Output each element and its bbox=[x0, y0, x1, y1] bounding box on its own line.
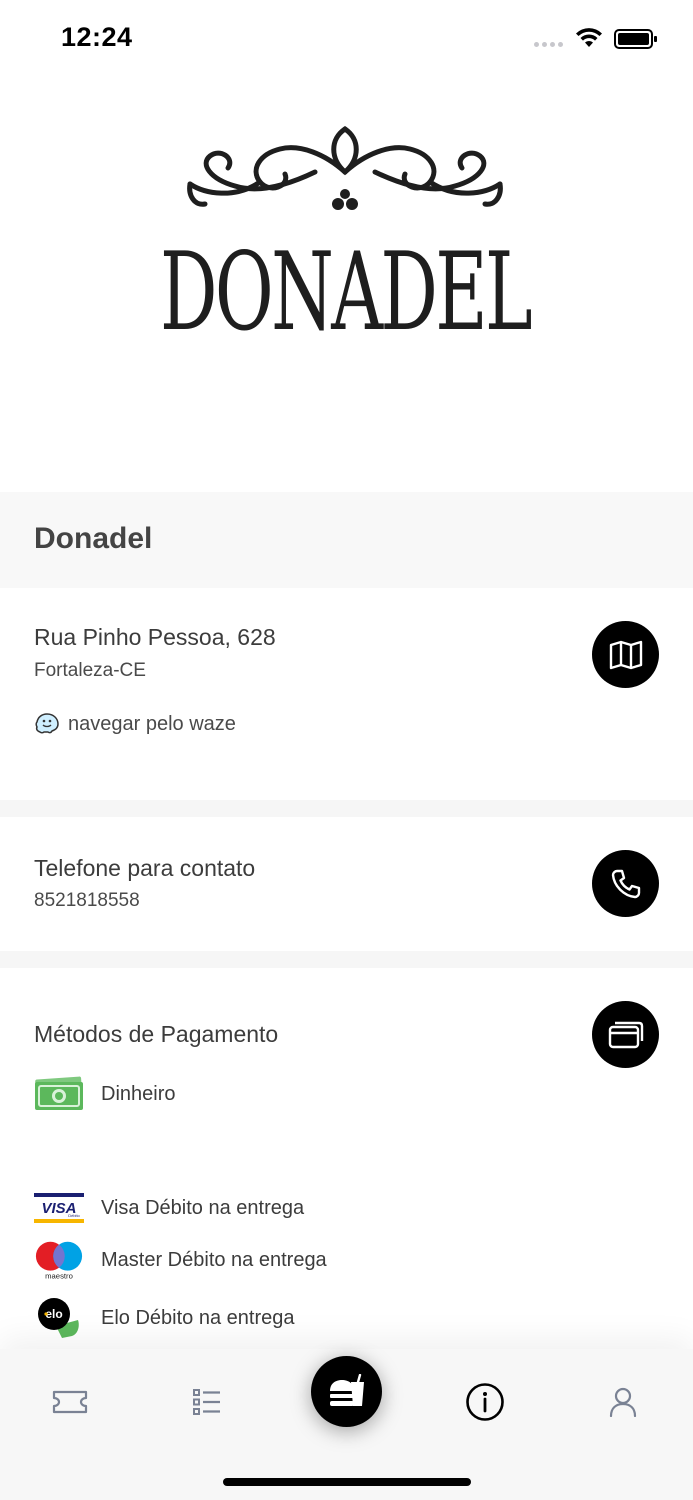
tab-coupons[interactable] bbox=[50, 1382, 90, 1422]
visa-icon: VISA Débito bbox=[34, 1188, 84, 1228]
ticket-icon bbox=[52, 1390, 88, 1414]
payment-method-label: Visa Débito na entrega bbox=[101, 1196, 305, 1219]
phone-icon bbox=[611, 869, 640, 898]
cash-icon bbox=[34, 1074, 84, 1114]
waze-icon bbox=[35, 713, 59, 734]
donadel-logo: DONADEL bbox=[160, 125, 536, 344]
payment-card-button[interactable] bbox=[592, 1001, 659, 1068]
tab-profile[interactable] bbox=[603, 1382, 643, 1422]
phone-card: Telefone para contato 8521818558 bbox=[0, 817, 693, 951]
maestro-icon: maestro bbox=[34, 1240, 84, 1280]
phone-number: 8521818558 bbox=[34, 890, 140, 911]
payment-title: Métodos de Pagamento bbox=[34, 1021, 279, 1047]
cellular-signal-icon bbox=[534, 42, 563, 47]
list-icon bbox=[193, 1389, 220, 1415]
status-time: 12:24 bbox=[61, 22, 133, 52]
home-indicator bbox=[223, 1478, 471, 1486]
waze-label: navegar pelo waze bbox=[68, 712, 236, 735]
tab-orders[interactable] bbox=[187, 1382, 227, 1422]
payment-method-label: Dinheiro bbox=[101, 1082, 176, 1105]
map-icon bbox=[609, 640, 642, 669]
info-icon bbox=[466, 1383, 504, 1421]
payment-method-label: Master Débito na entrega bbox=[101, 1248, 327, 1271]
restaurant-header: Donadel bbox=[0, 492, 693, 588]
payment-card: Métodos de Pagamento Dinheiro VISA Débit… bbox=[0, 968, 693, 1349]
restaurant-name: Donadel bbox=[34, 522, 153, 555]
restaurant-logo-area: DONADEL bbox=[0, 76, 693, 492]
payment-method-visa: VISA Débito Visa Débito na entrega bbox=[34, 1188, 304, 1228]
wifi-icon bbox=[576, 28, 602, 47]
address-street: Rua Pinho Pessoa, 628 bbox=[34, 624, 276, 650]
tab-menu[interactable] bbox=[311, 1356, 382, 1427]
svg-text:maestro: maestro bbox=[45, 1271, 73, 1280]
section-divider bbox=[0, 800, 693, 817]
bottom-tab-bar bbox=[0, 1349, 693, 1500]
elo-icon: elo bbox=[34, 1298, 84, 1338]
battery-icon bbox=[614, 29, 657, 49]
map-button[interactable] bbox=[592, 621, 659, 688]
tab-info[interactable] bbox=[465, 1382, 505, 1422]
credit-card-icon bbox=[608, 1021, 643, 1048]
payment-method-master: maestro Master Débito na entrega bbox=[34, 1240, 327, 1280]
payment-method-elo: elo Elo Débito na entrega bbox=[34, 1298, 294, 1338]
logo-wordmark: DONADEL bbox=[160, 230, 532, 344]
call-button[interactable] bbox=[592, 850, 659, 917]
address-card: Rua Pinho Pessoa, 628 Fortaleza-CE naveg… bbox=[0, 588, 693, 800]
status-bar: 12:24 bbox=[0, 0, 693, 76]
svg-text:elo: elo bbox=[45, 1307, 62, 1321]
section-divider bbox=[0, 951, 693, 968]
phone-title: Telefone para contato bbox=[34, 855, 256, 881]
address-city: Fortaleza-CE bbox=[34, 660, 146, 681]
food-icon bbox=[329, 1373, 364, 1406]
svg-text:Débito: Débito bbox=[68, 1213, 80, 1218]
payment-method-label: Elo Débito na entrega bbox=[101, 1306, 295, 1329]
payment-method-cash: Dinheiro bbox=[34, 1074, 175, 1114]
waze-navigate-link[interactable]: navegar pelo waze bbox=[34, 712, 236, 736]
user-icon bbox=[609, 1387, 637, 1417]
